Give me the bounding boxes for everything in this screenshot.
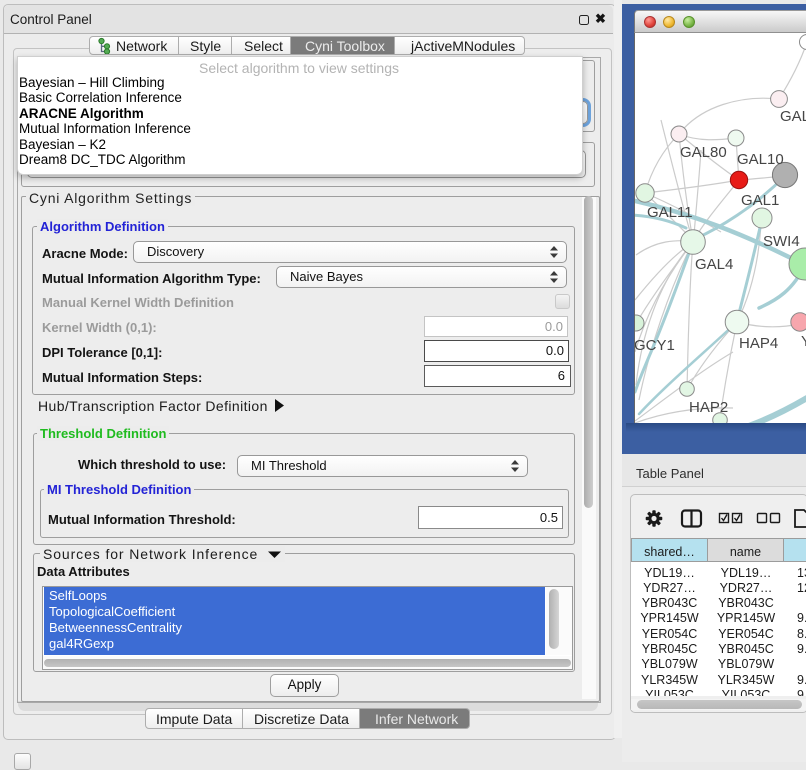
svg-text:HAP2: HAP2 — [689, 399, 728, 416]
svg-text:GAL11: GAL11 — [647, 204, 693, 221]
svg-text:SWI4: SWI4 — [763, 233, 800, 250]
svg-text:GAL4: GAL4 — [695, 256, 733, 273]
svg-text:Y: Y — [801, 333, 806, 350]
svg-text:GCY1: GCY1 — [634, 337, 675, 354]
svg-text:GAL80: GAL80 — [680, 144, 727, 161]
svg-text:GAL1: GAL1 — [741, 192, 779, 209]
svg-text:GAL10: GAL10 — [737, 151, 784, 168]
svg-text:HAP4: HAP4 — [739, 335, 778, 352]
svg-text:GAL7: GAL7 — [780, 108, 806, 125]
